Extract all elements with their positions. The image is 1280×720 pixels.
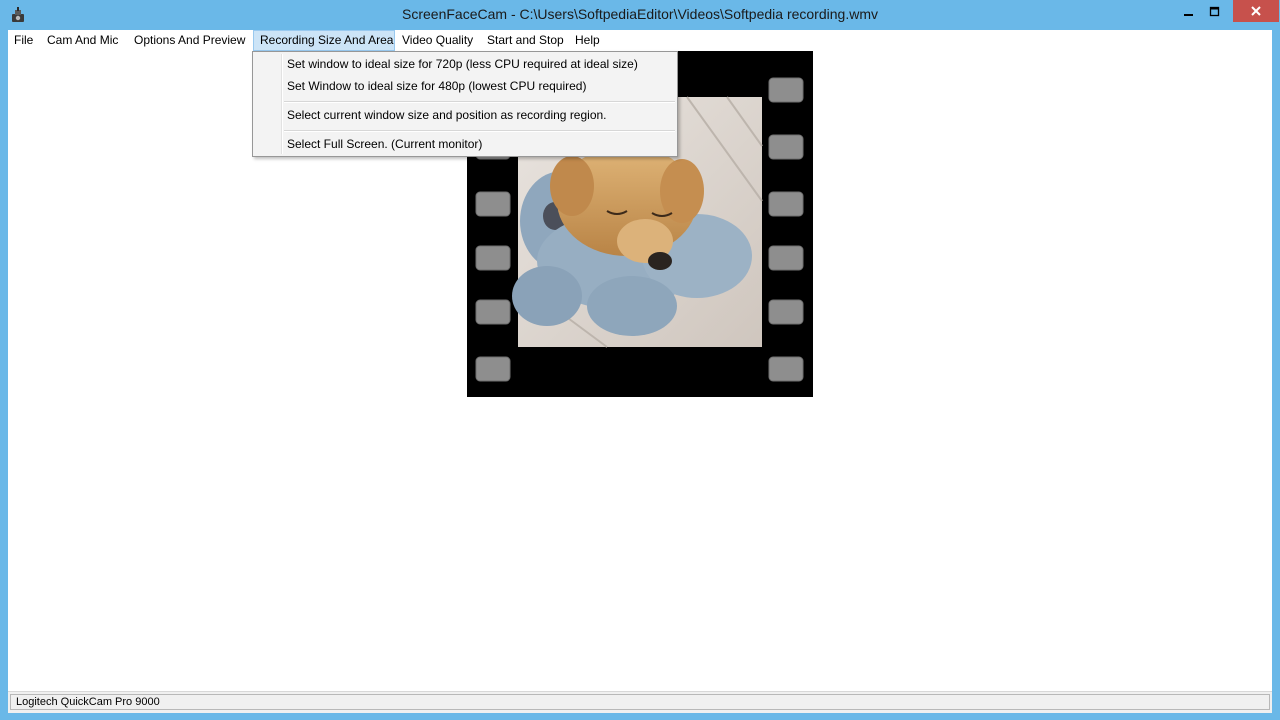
- menu-start-and-stop[interactable]: Start and Stop: [481, 30, 568, 51]
- menu-cam-and-mic[interactable]: Cam And Mic: [41, 30, 127, 51]
- menu-separator: [284, 130, 675, 132]
- menu-bar: File Cam And Mic Options And Preview Rec…: [8, 30, 1272, 52]
- menu-option-480p[interactable]: Set Window to ideal size for 480p (lowes…: [255, 76, 675, 97]
- app-window: ScreenFaceCam - C:\Users\SoftpediaEditor…: [0, 0, 1280, 720]
- title-bar[interactable]: ScreenFaceCam - C:\Users\SoftpediaEditor…: [0, 0, 1280, 30]
- menu-option-current-window-region[interactable]: Select current window size and position …: [255, 105, 675, 126]
- menu-separator: [284, 101, 675, 103]
- close-button[interactable]: [1233, 0, 1279, 22]
- recording-size-dropdown-menu: Set window to ideal size for 720p (less …: [252, 51, 678, 157]
- maximize-button[interactable]: [1200, 0, 1230, 24]
- minimize-icon: [1184, 14, 1193, 16]
- menu-file[interactable]: File: [8, 30, 40, 51]
- close-icon: [1251, 6, 1261, 16]
- status-bar: Logitech QuickCam Pro 9000: [8, 691, 1272, 713]
- menu-option-720p[interactable]: Set window to ideal size for 720p (less …: [255, 54, 675, 75]
- menu-video-quality[interactable]: Video Quality: [396, 30, 480, 51]
- status-device-name: Logitech QuickCam Pro 9000: [16, 696, 160, 708]
- menu-options-and-preview[interactable]: Options And Preview: [128, 30, 253, 51]
- status-panel: Logitech QuickCam Pro 9000: [10, 694, 1270, 710]
- menu-help[interactable]: Help: [569, 30, 611, 51]
- maximize-icon: [1209, 6, 1220, 17]
- menu-recording-size-and-area[interactable]: Recording Size And Area: [253, 30, 395, 51]
- window-title: ScreenFaceCam - C:\Users\SoftpediaEditor…: [402, 6, 878, 22]
- menu-option-full-screen[interactable]: Select Full Screen. (Current monitor): [255, 134, 675, 155]
